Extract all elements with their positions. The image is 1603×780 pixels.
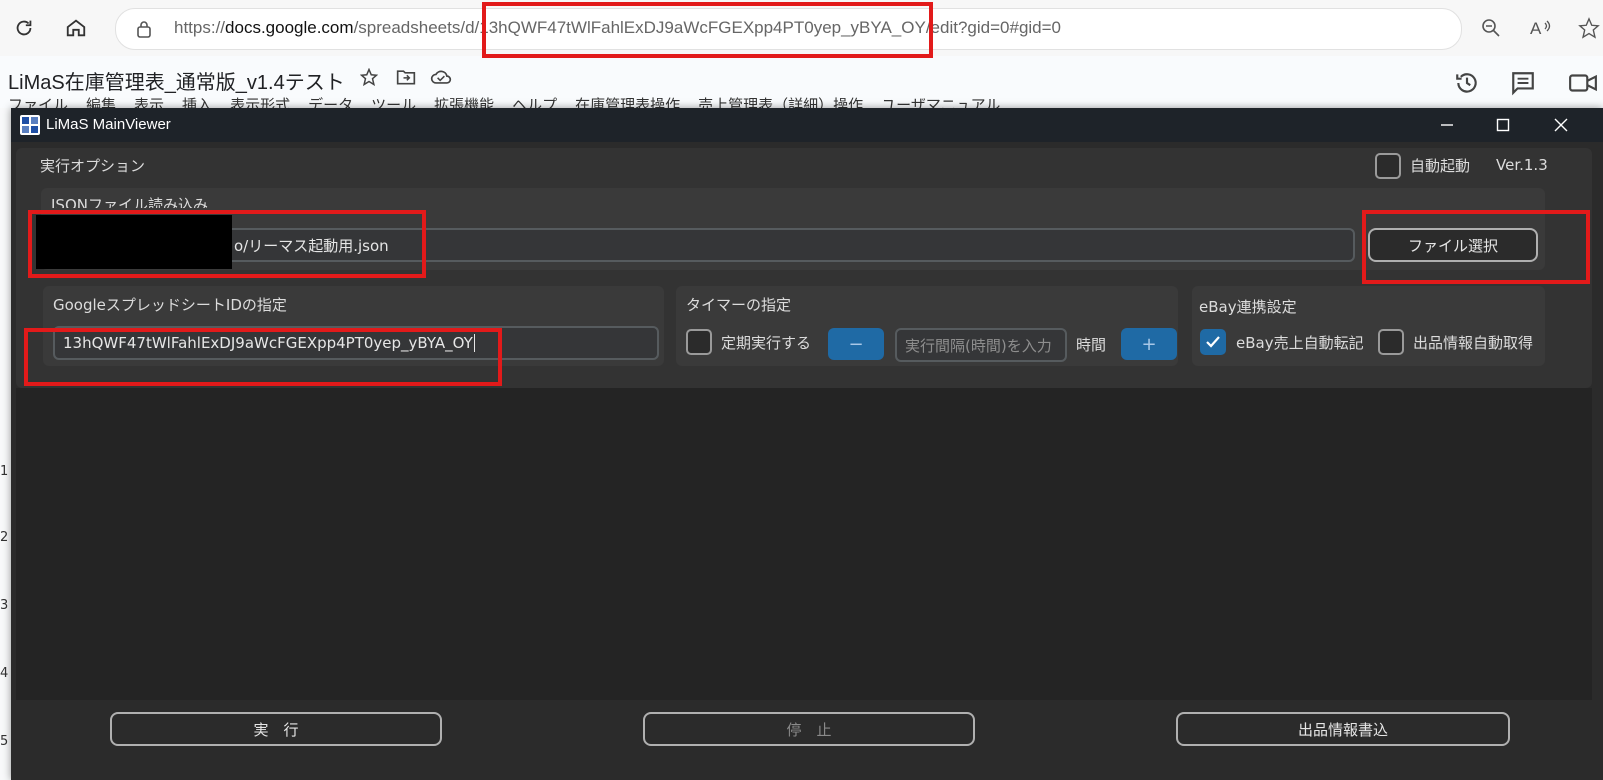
ebay-group-label: eBay連携設定 <box>1199 298 1297 316</box>
menu-item[interactable]: 編集 <box>86 94 116 108</box>
sheets-header: LiMaS在庫管理表_通常版_v1.4テスト ファイル 編集 表示 挿入 表示形… <box>0 56 1603 108</box>
periodic-run-checkbox[interactable] <box>686 329 712 355</box>
menu-item[interactable]: ヘルプ <box>512 94 557 108</box>
menu-item[interactable]: 拡張機能 <box>434 94 494 108</box>
options-label: 実行オプション <box>40 157 146 175</box>
listing-fetch-checkbox[interactable] <box>1378 329 1404 355</box>
document-title[interactable]: LiMaS在庫管理表_通常版_v1.4テスト <box>8 66 345 95</box>
timer-group-label: タイマーの指定 <box>686 296 792 314</box>
app-logo-icon <box>20 115 40 135</box>
zoom-out-icon[interactable] <box>1477 14 1505 42</box>
highlight-json-path-box <box>28 210 426 278</box>
comments-icon[interactable] <box>1510 70 1536 100</box>
menu-item[interactable]: データ <box>308 94 353 108</box>
stop-button[interactable]: 停 止 <box>643 712 975 746</box>
check-icon <box>1206 336 1220 348</box>
ebay-sales-label: eBay売上自動転記 <box>1236 334 1364 352</box>
version-history-icon[interactable] <box>1454 70 1480 100</box>
menu-bar: ファイル 編集 表示 挿入 表示形式 データ ツール 拡張機能 ヘルプ 在庫管理… <box>8 94 1000 108</box>
ebay-group: eBay連携設定 eBay売上自動転記 出品情報自動取得 <box>1192 286 1545 366</box>
close-icon[interactable] <box>1533 108 1589 142</box>
menu-item[interactable]: 在庫管理表操作 <box>575 94 680 108</box>
auto-start-label: 自動起動 <box>1410 157 1471 175</box>
periodic-run-label: 定期実行する <box>721 334 812 352</box>
cloud-status-icon[interactable] <box>430 68 452 90</box>
version-label: Ver.1.3 <box>1496 156 1548 174</box>
log-area <box>16 388 1592 700</box>
sheet-id-group-label: GoogleスプレッドシートIDの指定 <box>53 296 287 314</box>
row-number: 5 <box>0 734 9 749</box>
menu-item[interactable]: 表示形式 <box>230 94 290 108</box>
star-icon[interactable] <box>359 67 379 90</box>
home-icon[interactable] <box>60 12 92 44</box>
listing-fetch-label: 出品情報自動取得 <box>1413 334 1534 352</box>
menu-item[interactable]: 売上管理表（詳細）操作 <box>698 94 863 108</box>
row-number: 1 <box>0 464 9 479</box>
menu-item[interactable]: ファイル <box>8 94 68 108</box>
ebay-sales-checkbox[interactable] <box>1200 329 1226 355</box>
move-folder-icon[interactable] <box>396 68 416 90</box>
lock-icon[interactable] <box>136 20 152 42</box>
interval-input[interactable]: 実行間隔(時間)を入力 <box>895 328 1067 362</box>
run-button[interactable]: 実 行 <box>110 712 442 746</box>
highlight-url-box <box>482 2 933 58</box>
meet-icon[interactable] <box>1568 70 1598 100</box>
auto-start-checkbox[interactable] <box>1375 153 1401 179</box>
window-titlebar: LiMaS MainViewer <box>11 108 1603 142</box>
highlight-sheet-id-box <box>24 328 502 386</box>
menu-item[interactable]: ツール <box>371 94 416 108</box>
write-listing-button[interactable]: 出品情報書込 <box>1176 712 1510 746</box>
timer-group: タイマーの指定 定期実行する − 実行間隔(時間)を入力 時間 + <box>676 286 1178 366</box>
row-number: 3 <box>0 598 9 613</box>
window-title: LiMaS MainViewer <box>46 116 171 133</box>
read-aloud-icon[interactable]: A <box>1527 14 1555 42</box>
menu-item[interactable]: 表示 <box>134 94 164 108</box>
highlight-file-select-box <box>1362 210 1590 284</box>
decrement-button[interactable]: − <box>828 328 884 360</box>
hours-label: 時間 <box>1076 336 1107 354</box>
maximize-icon[interactable] <box>1475 108 1531 142</box>
favorite-icon[interactable] <box>1575 14 1603 42</box>
row-number: 2 <box>0 530 9 545</box>
minimize-icon[interactable] <box>1419 108 1475 142</box>
main-viewer-window: LiMaS MainViewer 実行オプション 自動起動 Ver.1.3 JS… <box>11 108 1603 780</box>
menu-item[interactable]: ユーザマニュアル <box>881 94 1000 108</box>
svg-text:A: A <box>1530 19 1542 38</box>
refresh-icon[interactable] <box>8 12 40 44</box>
row-number: 4 <box>0 666 9 681</box>
json-group-label: JSONファイル読み込み <box>51 196 208 208</box>
menu-item[interactable]: 挿入 <box>182 94 212 108</box>
increment-button[interactable]: + <box>1121 328 1177 360</box>
